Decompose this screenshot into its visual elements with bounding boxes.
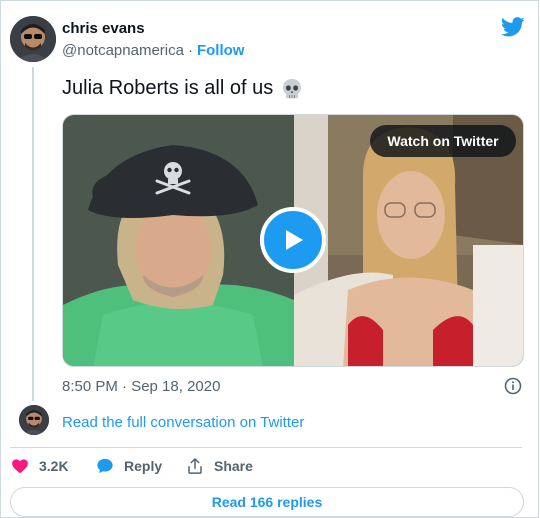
heart-icon: [12, 459, 28, 474]
thread-connector-line: [32, 67, 34, 401]
like-button[interactable]: 3.2K: [11, 457, 69, 475]
author-handle[interactable]: @notcapnamerica: [62, 42, 184, 59]
author-display-name[interactable]: chris evans: [62, 20, 145, 37]
read-replies-button[interactable]: Read 166 replies: [10, 487, 524, 517]
handle-separator: ·: [187, 42, 193, 59]
author-avatar[interactable]: [10, 16, 56, 62]
author-handle-row: @notcapnamerica · Follow: [62, 42, 244, 59]
tweet-timestamp[interactable]: 8:50 PM · Sep 18, 2020: [62, 378, 220, 395]
twitter-bird-icon[interactable]: [501, 17, 525, 37]
tweet-embed-card: chris evans @notcapnamerica · Follow Julia…: [0, 0, 539, 518]
reply-label: Reply: [124, 458, 163, 474]
avatar-image: [19, 405, 49, 435]
share-label: Share: [214, 458, 253, 474]
share-button[interactable]: Share: [186, 457, 253, 475]
actions-divider: [10, 447, 522, 448]
tweet-text: Julia Roberts is all of us: [62, 77, 274, 99]
tweet-text-row: Julia Roberts is all of us: [62, 77, 303, 100]
play-icon: [286, 230, 303, 250]
watch-on-twitter-button[interactable]: Watch on Twitter: [370, 125, 516, 157]
read-conversation-link[interactable]: Read the full conversation on Twitter: [62, 414, 304, 431]
reply-bubble-icon: [97, 458, 113, 474]
play-button[interactable]: [260, 207, 326, 273]
conversation-avatar: [19, 405, 49, 435]
info-icon[interactable]: [504, 377, 522, 395]
avatar-image: [10, 16, 56, 62]
follow-button[interactable]: Follow: [197, 42, 245, 59]
share-icon: [188, 458, 202, 474]
skull-emoji-icon: [283, 78, 302, 98]
reply-button[interactable]: Reply: [96, 457, 162, 475]
like-count: 3.2K: [39, 458, 69, 474]
